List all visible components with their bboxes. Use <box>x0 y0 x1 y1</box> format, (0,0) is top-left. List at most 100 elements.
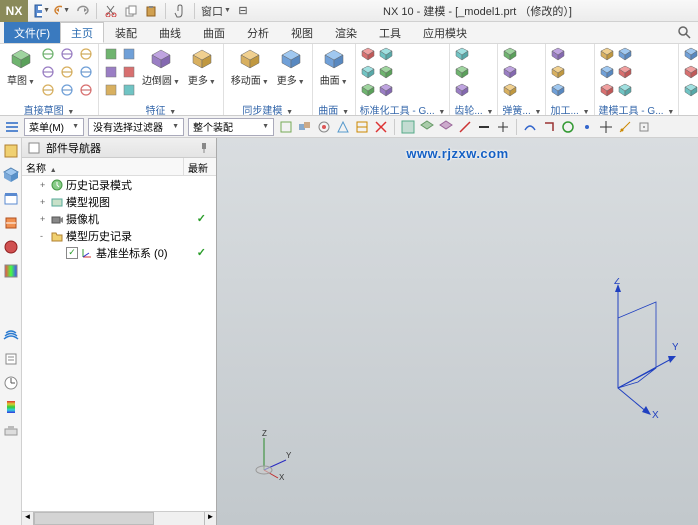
ribbon-small-icon[interactable] <box>683 82 698 98</box>
ribbon-small-icon[interactable] <box>454 46 470 62</box>
selbar-tool-8[interactable] <box>438 119 454 135</box>
datum-csys[interactable]: Z Y X <box>588 278 678 418</box>
ribbon-small-icon[interactable] <box>502 46 518 62</box>
ribbon-small-icon[interactable] <box>378 46 394 62</box>
filter-dropdown[interactable]: 没有选择过滤器▼ <box>88 118 184 136</box>
ribbon-small-icon[interactable] <box>40 46 56 62</box>
tree-row[interactable]: +历史记录模式 <box>22 176 216 193</box>
ribbon-small-icon[interactable] <box>78 46 94 62</box>
rail-icon-7[interactable] <box>2 350 20 368</box>
paste-icon[interactable] <box>143 3 159 19</box>
ribbon-small-icon[interactable] <box>502 64 518 80</box>
selbar-tool-15[interactable] <box>579 119 595 135</box>
tree-row[interactable]: +模型视图 <box>22 193 216 210</box>
tab-曲面[interactable]: 曲面 <box>192 22 236 43</box>
tab-主页[interactable]: 主页 <box>60 22 104 43</box>
ribbon-small-icon[interactable] <box>378 82 394 98</box>
tree-row[interactable]: +摄像机✓ <box>22 210 216 227</box>
ribbon-small-icon[interactable] <box>454 82 470 98</box>
ribbon-small-icon[interactable] <box>103 82 119 98</box>
selbar-tool-11[interactable] <box>495 119 511 135</box>
ribbon-button-曲面[interactable]: 曲面▼ <box>317 46 351 88</box>
col-latest[interactable]: 最新 <box>184 158 216 175</box>
ribbon-small-icon[interactable] <box>550 46 566 62</box>
ribbon-small-icon[interactable] <box>103 46 119 62</box>
selbar-tool-12[interactable] <box>522 119 538 135</box>
tree-row[interactable]: ✓基准坐标系 (0)✓ <box>22 244 216 261</box>
selbar-tool-18[interactable] <box>636 119 652 135</box>
ribbon-small-icon[interactable] <box>121 46 137 62</box>
scope-dropdown[interactable]: 整个装配▼ <box>188 118 274 136</box>
ribbon-small-icon[interactable] <box>78 82 94 98</box>
ribbon-small-icon[interactable] <box>59 64 75 80</box>
ribbon-small-icon[interactable] <box>617 46 633 62</box>
ribbon-small-icon[interactable] <box>103 64 119 80</box>
ribbon-small-icon[interactable] <box>550 64 566 80</box>
tab-应用模块[interactable]: 应用模块 <box>412 22 478 43</box>
rail-icon-10[interactable] <box>2 422 20 440</box>
ribbon-small-icon[interactable] <box>378 64 394 80</box>
rail-icon-6[interactable] <box>2 326 20 344</box>
graphics-viewport[interactable]: www.rjzxw.com Z Y X Z Y X <box>217 138 698 525</box>
ribbon-small-icon[interactable] <box>599 46 615 62</box>
ribbon-small-icon[interactable] <box>40 64 56 80</box>
ribbon-small-icon[interactable] <box>59 46 75 62</box>
ribbon-small-icon[interactable] <box>599 82 615 98</box>
tab-工具[interactable]: 工具 <box>368 22 412 43</box>
col-name[interactable]: 名称 ▲ <box>22 158 184 175</box>
ribbon-small-icon[interactable] <box>121 82 137 98</box>
rail-icon-5[interactable] <box>2 262 20 280</box>
selbar-tool-4[interactable] <box>354 119 370 135</box>
ribbon-small-icon[interactable] <box>59 82 75 98</box>
rail-icon-3[interactable] <box>2 214 20 232</box>
tab-渲染[interactable]: 渲染 <box>324 22 368 43</box>
cut-icon[interactable] <box>103 3 119 19</box>
ribbon-small-icon[interactable] <box>121 64 137 80</box>
ribbon-small-icon[interactable] <box>599 64 615 80</box>
save-icon[interactable]: ▼ <box>34 3 50 19</box>
window-dropdown[interactable]: 窗口▼ <box>201 3 231 19</box>
tab-分析[interactable]: 分析 <box>236 22 280 43</box>
rail-icon-0[interactable] <box>2 142 20 160</box>
ribbon-small-icon[interactable] <box>454 64 470 80</box>
selbar-tool-0[interactable] <box>278 119 294 135</box>
ribbon-small-icon[interactable] <box>617 64 633 80</box>
selbar-tool-9[interactable] <box>457 119 473 135</box>
navigator-tree[interactable]: +历史记录模式+模型视图+摄像机✓-模型历史记录✓基准坐标系 (0)✓ <box>22 176 216 511</box>
ribbon-small-icon[interactable] <box>360 46 376 62</box>
rail-icon-8[interactable] <box>2 374 20 392</box>
ribbon-small-icon[interactable] <box>40 82 56 98</box>
selbar-tool-14[interactable] <box>560 119 576 135</box>
selbar-menu-icon[interactable] <box>4 119 20 135</box>
tab-视图[interactable]: 视图 <box>280 22 324 43</box>
rail-icon-1[interactable] <box>2 166 20 184</box>
file-menu[interactable]: 文件(F) <box>4 22 60 43</box>
command-finder-icon[interactable] <box>672 22 698 43</box>
copy-icon[interactable] <box>123 3 139 19</box>
tab-装配[interactable]: 装配 <box>104 22 148 43</box>
selbar-tool-5[interactable] <box>373 119 389 135</box>
touch-icon[interactable] <box>172 3 188 19</box>
undo-icon[interactable]: ▼ <box>54 3 70 19</box>
ribbon-small-icon[interactable] <box>502 82 518 98</box>
overflow-icon[interactable]: ⊟ <box>235 3 251 19</box>
ribbon-button-草图[interactable]: 草图▼ <box>4 46 38 88</box>
ribbon-button-边倒圆[interactable]: 边倒圆▼ <box>139 46 183 88</box>
navigator-scrollbar[interactable]: ◄ ► <box>22 511 216 525</box>
selbar-tool-13[interactable] <box>541 119 557 135</box>
ribbon-small-icon[interactable] <box>360 64 376 80</box>
ribbon-small-icon[interactable] <box>617 82 633 98</box>
tree-row[interactable]: -模型历史记录 <box>22 227 216 244</box>
selbar-tool-16[interactable] <box>598 119 614 135</box>
redo-icon[interactable] <box>74 3 90 19</box>
ribbon-small-icon[interactable] <box>683 46 698 62</box>
pin-icon[interactable] <box>196 140 212 156</box>
selbar-tool-17[interactable] <box>617 119 633 135</box>
ribbon-button-移动面[interactable]: 移动面▼ <box>228 46 272 88</box>
selbar-tool-7[interactable] <box>419 119 435 135</box>
ribbon-button-更多[interactable]: 更多▼ <box>274 46 308 88</box>
selbar-tool-1[interactable] <box>297 119 313 135</box>
selbar-tool-10[interactable] <box>476 119 492 135</box>
tab-曲线[interactable]: 曲线 <box>148 22 192 43</box>
menu-dropdown[interactable]: 菜单(M)▼ <box>24 118 84 136</box>
